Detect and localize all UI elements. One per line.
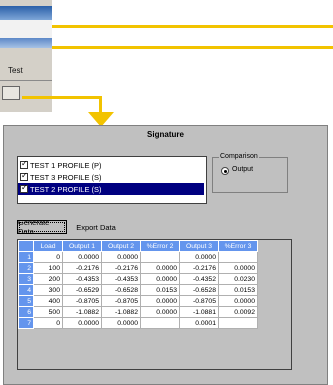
fragment-label: Test <box>8 66 23 75</box>
output-radio[interactable] <box>221 167 229 175</box>
callout-line-3 <box>22 96 102 99</box>
table-row[interactable]: 7 0 0.0000 0.0000 0.0001 <box>18 317 258 329</box>
callout-line-1 <box>52 25 333 28</box>
output-radio-label: Output <box>232 166 254 173</box>
dialog-title: Signature <box>147 130 184 139</box>
table-cell[interactable]: 0.0000 <box>62 317 102 329</box>
table-row[interactable]: 5 400 -0.8705 -0.8705 0.0000 -0.8705 0.0000 <box>18 295 258 307</box>
checkbox-icon[interactable] <box>20 159 28 169</box>
profile-item[interactable]: TEST 1 PROFILE (P) <box>20 159 102 171</box>
table-cell[interactable]: -0.4353 <box>101 273 141 285</box>
row-number-cell: 2 <box>18 262 34 274</box>
profile-label: TEST 1 PROFILE (P) <box>30 160 102 170</box>
column-header: %Error 3 <box>218 240 258 252</box>
table-cell[interactable]: -0.6528 <box>179 284 219 296</box>
table-cell[interactable]: -0.2176 <box>101 262 141 274</box>
row-number-cell: 3 <box>18 273 34 285</box>
generate-data-button[interactable]: Generate Data <box>17 218 67 236</box>
fragment-button[interactable] <box>2 86 20 100</box>
table-cell[interactable]: 0.0001 <box>179 317 219 329</box>
table-cell[interactable]: 0.0000 <box>140 306 180 318</box>
column-header: Load <box>33 240 63 252</box>
table-cell[interactable]: 200 <box>33 273 63 285</box>
table-cell[interactable]: 0.0000 <box>179 251 219 263</box>
menu-bar-fragment <box>0 38 52 48</box>
comparison-legend: Comparison <box>219 153 259 160</box>
table-cell[interactable] <box>218 317 258 329</box>
table-cell[interactable]: -0.8705 <box>101 295 141 307</box>
toolbar-fragment <box>0 20 52 38</box>
table-cell[interactable]: 0 <box>33 251 63 263</box>
table-cell[interactable]: -0.2176 <box>62 262 102 274</box>
table-cell[interactable]: -0.2176 <box>179 262 219 274</box>
table-cell[interactable]: 0.0092 <box>218 306 258 318</box>
table-row[interactable]: 1 0 0.0000 0.0000 0.0000 <box>18 251 258 263</box>
profile-list[interactable]: TEST 1 PROFILE (P) TEST 3 PROFILE (S) TE… <box>17 156 207 204</box>
table-cell[interactable] <box>140 317 180 329</box>
table-cell[interactable]: 0.0000 <box>140 295 180 307</box>
signature-dialog: Signature TEST 1 PROFILE (P) TEST 3 PROF… <box>3 125 328 385</box>
profile-item[interactable]: TEST 3 PROFILE (S) <box>20 171 102 183</box>
table-row[interactable]: 2 100 -0.2176 -0.2176 0.0000 -0.2176 0.0000 <box>18 262 258 274</box>
table-cell[interactable]: 0.0000 <box>218 295 258 307</box>
column-header <box>18 240 34 252</box>
table-cell[interactable]: -0.4352 <box>179 273 219 285</box>
row-number-cell: 5 <box>18 295 34 307</box>
row-number-cell: 7 <box>18 317 34 329</box>
export-data-button[interactable]: Export Data <box>72 220 120 234</box>
column-header: Output 1 <box>62 240 102 252</box>
table-cell[interactable]: 300 <box>33 284 63 296</box>
profile-item-selected[interactable]: TEST 2 PROFILE (S) <box>18 183 204 195</box>
table-cell[interactable]: -0.8705 <box>179 295 219 307</box>
results-table: Load Output 1 Output 2 %Error 2 Output 3… <box>18 240 258 329</box>
table-cell[interactable]: 100 <box>33 262 63 274</box>
checkbox-icon[interactable] <box>20 171 28 181</box>
table-cell[interactable]: -0.6529 <box>62 284 102 296</box>
table-cell[interactable]: -1.0881 <box>179 306 219 318</box>
table-cell[interactable]: -1.0882 <box>62 306 102 318</box>
table-cell[interactable]: 0.0000 <box>101 317 141 329</box>
table-header-row: Load Output 1 Output 2 %Error 2 Output 3… <box>18 240 258 252</box>
table-cell[interactable]: -0.8705 <box>62 295 102 307</box>
profile-label: TEST 3 PROFILE (S) <box>30 172 102 182</box>
table-cell[interactable]: 0.0230 <box>218 273 258 285</box>
table-cell[interactable]: 500 <box>33 306 63 318</box>
table-cell[interactable]: -0.6528 <box>101 284 141 296</box>
table-cell[interactable]: 0.0000 <box>101 251 141 263</box>
table-cell[interactable]: 0 <box>33 317 63 329</box>
column-header: Output 3 <box>179 240 219 252</box>
table-cell[interactable]: 0.0000 <box>62 251 102 263</box>
fragment-divider <box>0 80 52 81</box>
checkbox-icon[interactable] <box>20 183 28 193</box>
table-cell[interactable]: 0.0000 <box>140 273 180 285</box>
row-number-cell: 4 <box>18 284 34 296</box>
row-number-cell: 6 <box>18 306 34 318</box>
table-cell[interactable] <box>218 251 258 263</box>
table-cell[interactable]: 400 <box>33 295 63 307</box>
table-cell[interactable]: 0.0153 <box>140 284 180 296</box>
table-cell[interactable]: 0.0153 <box>218 284 258 296</box>
table-row[interactable]: 4 300 -0.6529 -0.6528 0.0153 -0.6528 0.0153 <box>18 284 258 296</box>
table-cell[interactable]: 0.0000 <box>218 262 258 274</box>
comparison-group: Comparison Output <box>212 153 288 193</box>
table-row[interactable]: 3 200 -0.4353 -0.4353 0.0000 -0.4352 0.0230 <box>18 273 258 285</box>
table-row[interactable]: 6 500 -1.0882 -1.0882 0.0000 -1.0881 0.0092 <box>18 306 258 318</box>
title-bar-fragment <box>0 6 52 20</box>
data-grid[interactable]: Load Output 1 Output 2 %Error 2 Output 3… <box>17 239 292 370</box>
profile-label: TEST 2 PROFILE (S) <box>30 184 102 194</box>
callout-line-2 <box>52 46 333 49</box>
column-header: Output 2 <box>101 240 141 252</box>
table-cell[interactable]: 0.0000 <box>140 262 180 274</box>
column-header: %Error 2 <box>140 240 180 252</box>
table-cell[interactable]: -0.4353 <box>62 273 102 285</box>
table-cell[interactable] <box>140 251 180 263</box>
table-cell[interactable]: -1.0882 <box>101 306 141 318</box>
row-number-cell: 1 <box>18 251 34 263</box>
